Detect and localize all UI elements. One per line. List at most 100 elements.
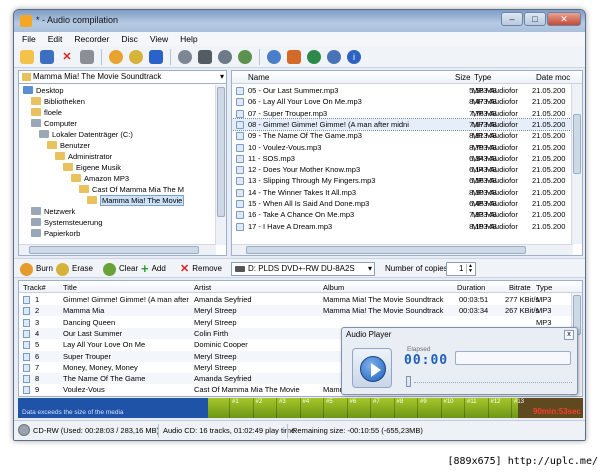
save-icon[interactable] [38, 48, 56, 66]
tree-item[interactable]: floele [31, 107, 62, 118]
file-row[interactable]: 16 - Take A Chance On Me.mp3 7,83 MB MP3-A… [232, 209, 573, 220]
data-cd-icon[interactable] [127, 48, 145, 66]
file-row[interactable]: 09 - The Name Of The Game.mp3 8,81 MB MP3-… [232, 130, 573, 141]
rip-disc-icon[interactable] [236, 48, 254, 66]
tree-item[interactable]: Papierkorb [31, 228, 80, 239]
help-icon[interactable] [325, 48, 343, 66]
tree-item[interactable]: Cast Of Mamma Mia The M [79, 184, 184, 195]
player-title: Audio Player [346, 330, 392, 339]
delete-icon[interactable]: ✕ [58, 48, 76, 66]
col-date[interactable]: Date moc [536, 73, 570, 82]
drive-select[interactable]: D: PLDS DVD+-RW DU-8A2S ▾ [231, 262, 375, 276]
menu-file[interactable]: File [22, 32, 36, 46]
add-button[interactable]: + Add [141, 262, 166, 276]
play-button[interactable] [352, 348, 392, 388]
tools-icon[interactable] [285, 48, 303, 66]
tree-item[interactable]: Mamma Mia! The Movie [87, 195, 185, 206]
col-name[interactable]: Name [248, 73, 269, 82]
capacity-bar: #1 #2 #3 #4 #5 #6 #7 #8 #9 #10 #11 #12 #13 Data exce… [18, 398, 583, 418]
spin-icon[interactable]: ▲ ▼ [466, 264, 474, 274]
tree-item[interactable]: Eigene Musik [63, 162, 121, 173]
track-marker: #8 [396, 399, 404, 405]
folder-combo[interactable]: Mamma Mia! The Movie Soundtrack ▾ [19, 71, 226, 84]
file-row[interactable]: 15 - When All Is Said And Done.mp3 6,45 M… [232, 198, 573, 209]
col-type[interactable]: Type [474, 73, 491, 82]
file-row[interactable]: 11 - SOS.mp3 6,34 MB MP3-Audiofor 21.05.200 [232, 153, 573, 164]
remove-button[interactable]: ✕ Remove [180, 262, 222, 276]
col-duration[interactable]: Duration [457, 283, 485, 292]
tree-item[interactable]: Lokaler Datenträger (C:) [39, 129, 133, 140]
maximize-button[interactable]: □ [524, 12, 546, 26]
folder-icon [31, 108, 41, 116]
col-artist[interactable]: Artist [194, 283, 211, 292]
new-icon[interactable] [18, 48, 36, 66]
burn-button[interactable]: Burn [20, 262, 53, 276]
file-row[interactable]: 07 - Super Trouper.mp3 7,76 MB MP3-Audiofo… [232, 108, 573, 119]
file-row[interactable]: 10 - Voulez-Vous.mp3 8,79 MB MP3-Audiofor 2… [232, 142, 573, 153]
col-type[interactable]: Type [536, 283, 552, 292]
print-icon[interactable] [78, 48, 96, 66]
plus-icon: + [141, 261, 149, 276]
col-bitrate[interactable]: Bitrate [509, 283, 531, 292]
copies-stepper[interactable]: 1 ▲ ▼ [446, 262, 476, 276]
menu-view[interactable]: View [150, 32, 168, 46]
file-row[interactable]: 17 - I Have A Dream.mp3 8,19 MB MP3-Audiof… [232, 221, 573, 232]
drive-icon[interactable] [196, 48, 214, 66]
update-icon[interactable] [305, 48, 323, 66]
file-row[interactable]: 06 - Lay All Your Love On Me.mp3 8,47 MB M… [232, 96, 573, 107]
folder-icon [87, 196, 97, 204]
minimize-button[interactable]: – [501, 12, 523, 26]
tree-item[interactable]: Amazon MP3 [71, 173, 129, 184]
file-row[interactable]: 14 - The Winner Takes It All.mp3 8,30 MB M… [232, 187, 573, 198]
drive-info-icon[interactable] [176, 48, 194, 66]
copy-disc-icon[interactable] [216, 48, 234, 66]
folder-icon [31, 97, 41, 105]
menu-recorder[interactable]: Recorder [74, 32, 109, 46]
tree-item[interactable]: Administrator [55, 151, 112, 162]
settings-icon[interactable] [265, 48, 283, 66]
col-track[interactable]: Track# [23, 283, 46, 292]
file-row[interactable]: 08 - Gimme! Gimme! Gimme! (A man after m… [232, 117, 574, 131]
file-row[interactable]: 13 - Slipping Through My Fingers.mp3 6,56… [232, 175, 573, 186]
file-name: 06 - Lay All Your Love On Me.mp3 [248, 97, 362, 107]
player-progress[interactable] [455, 351, 571, 365]
menu-help[interactable]: Help [180, 32, 197, 46]
track-row[interactable]: 1 Gimme! Gimme! Gimme! (A man after m Aman… [19, 294, 571, 305]
capacity-time: 90min:53sec [532, 407, 581, 416]
tree-item[interactable]: Systemsteuerung [31, 217, 102, 228]
music-file-icon [236, 188, 244, 197]
track-row[interactable]: 3 Dancing Queen Meryl Streep MP3 [19, 317, 571, 328]
close-button[interactable]: ✕ [547, 12, 581, 26]
clear-button[interactable]: Clear [103, 262, 138, 276]
menu-disc[interactable]: Disc [121, 32, 138, 46]
seek-handle[interactable] [406, 376, 411, 387]
tree-item-label: Cast Of Mamma Mia The M [92, 185, 184, 194]
tree-item[interactable]: Netzwerk [31, 206, 75, 217]
info-icon[interactable]: i [345, 48, 363, 66]
menu-edit[interactable]: Edit [48, 32, 63, 46]
audio-cd-icon[interactable] [107, 48, 125, 66]
track-artist: Meryl Streep [194, 317, 237, 327]
file-row[interactable]: 12 - Does Your Mother Know.mp3 6,14 MB MP3… [232, 164, 573, 175]
track-row[interactable]: 2 Mamma Mia Meryl Streep Mamma Mia! The Mov… [19, 305, 571, 317]
player-close-button[interactable]: x [564, 330, 574, 340]
tree-hscroll[interactable] [19, 244, 216, 255]
tree-vscroll[interactable] [215, 85, 226, 245]
tree-item[interactable]: Desktop [23, 85, 64, 96]
erase-button[interactable]: Erase [56, 262, 93, 276]
chevron-down-icon[interactable]: ▾ [220, 71, 224, 83]
tree-item[interactable]: Benutzer [47, 140, 90, 151]
col-album[interactable]: Album [323, 283, 344, 292]
music-file-icon [236, 132, 244, 141]
tree-item[interactable]: Bibliotheken [31, 96, 85, 107]
tree-item[interactable]: Computer [31, 118, 77, 129]
col-title[interactable]: Title [63, 283, 77, 292]
files-hscroll[interactable] [232, 244, 573, 255]
burn-disc-icon[interactable] [147, 48, 165, 66]
title-bar[interactable]: * - Audio compilation – □ ✕ [14, 10, 585, 32]
file-row[interactable]: 05 - Our Last Summer.mp3 5,58 MB MP3-Audio… [232, 85, 573, 96]
folder-icon [39, 130, 49, 138]
seek-slider[interactable] [404, 376, 572, 388]
col-size[interactable]: Size [455, 73, 471, 82]
files-vscroll[interactable] [571, 84, 582, 244]
